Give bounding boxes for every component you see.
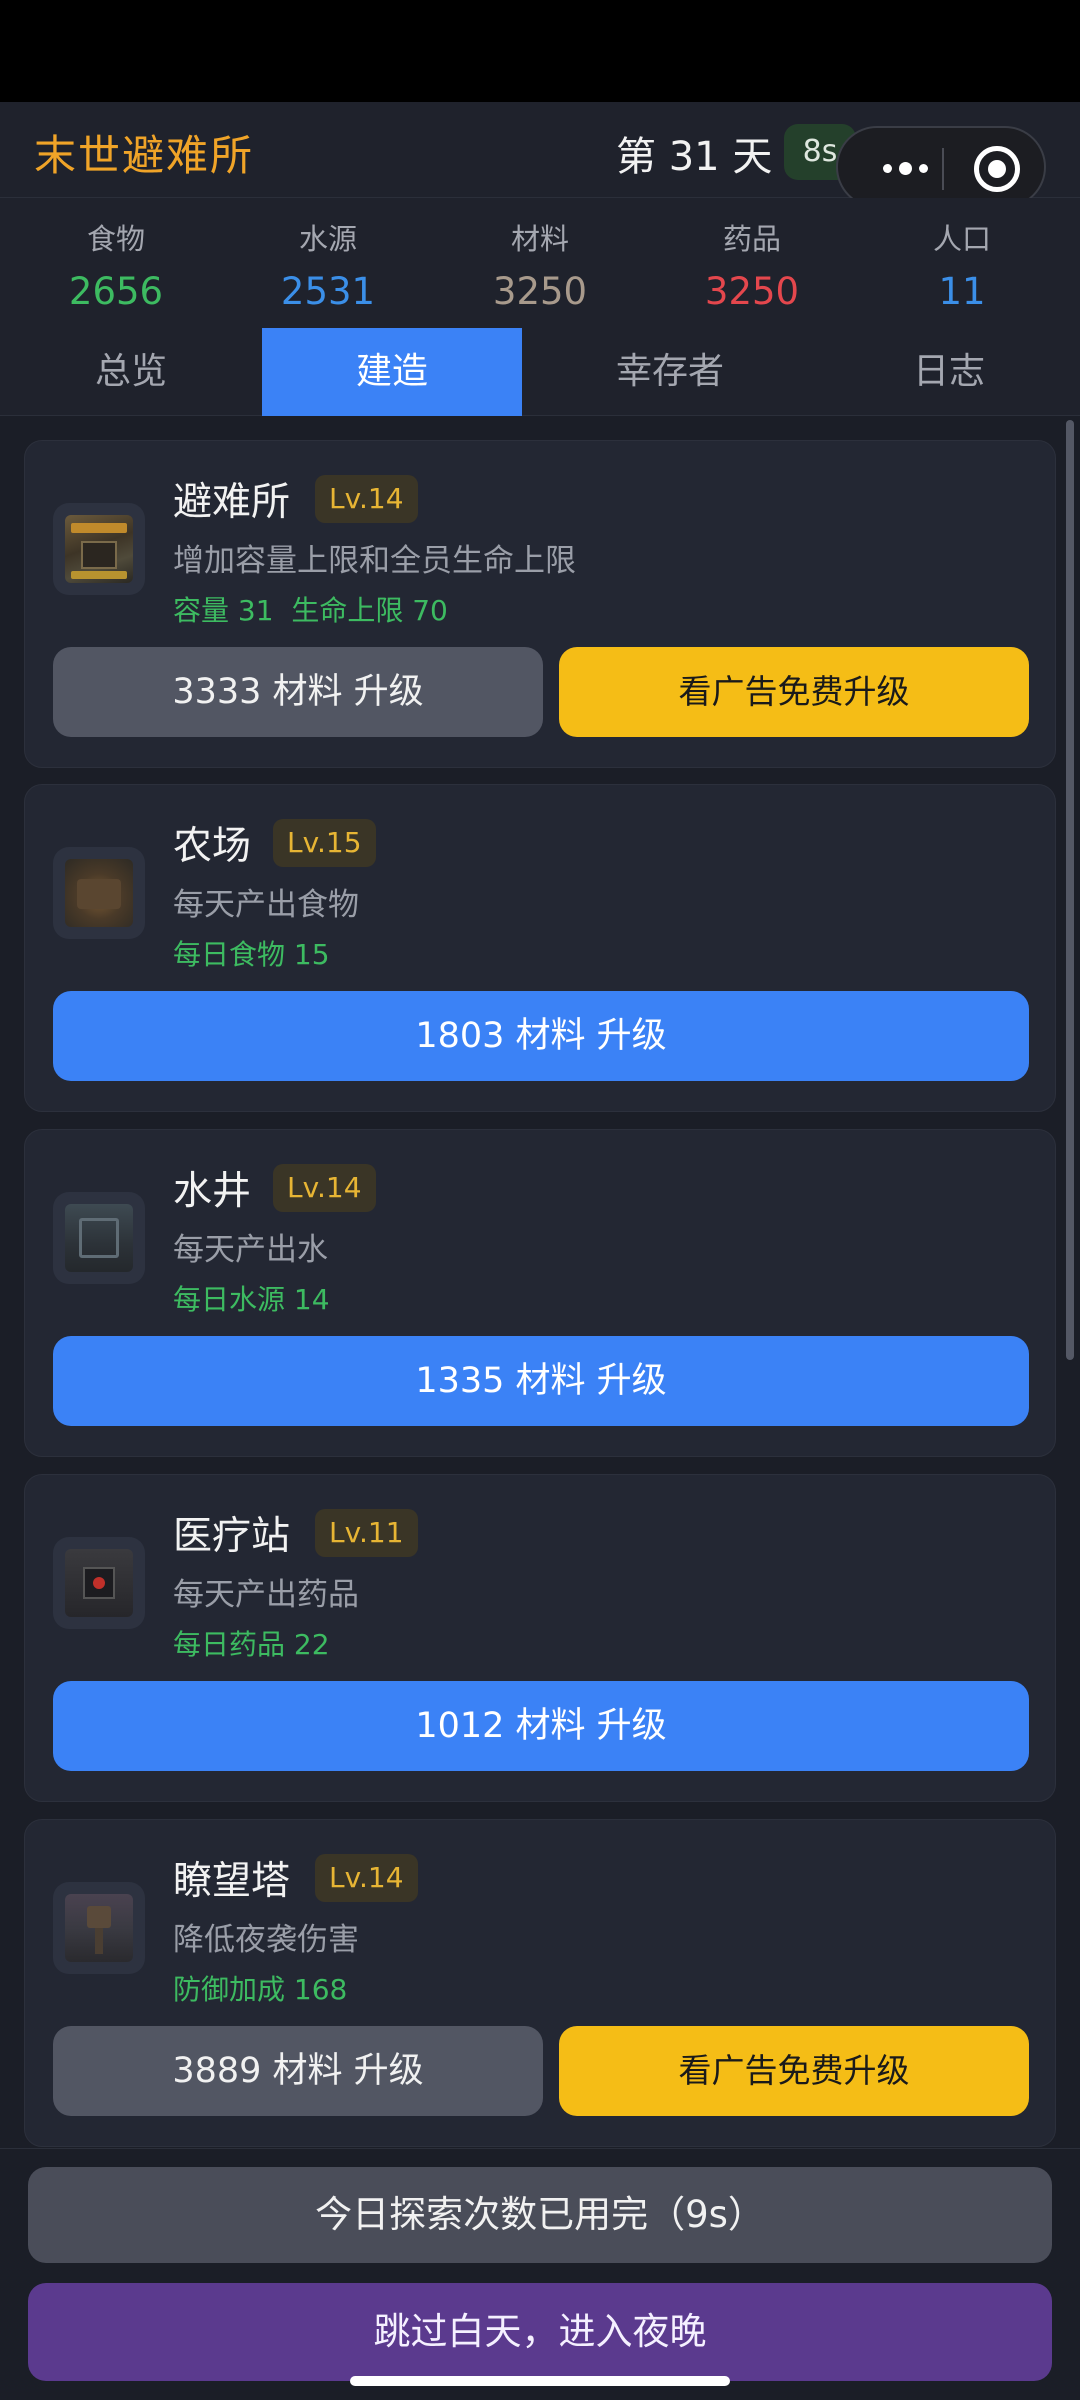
- building-name: 水井: [173, 1169, 252, 1214]
- tab-build[interactable]: 建造: [262, 328, 522, 416]
- scrollbar[interactable]: [1066, 420, 1074, 1360]
- building-list[interactable]: 避难所 Lv.14 增加容量上限和全员生命上限 容量 31 生命上限 70 33…: [0, 416, 1080, 2148]
- farm-image: [53, 847, 145, 939]
- building-name: 瞭望塔: [173, 1859, 291, 1904]
- stat-label: 药品: [722, 222, 781, 256]
- tab-survivors[interactable]: 幸存者: [522, 328, 818, 416]
- building-card-medical: 医疗站 Lv.11 每天产出药品 每日药品 22 1012 材料 升级: [24, 1474, 1056, 1802]
- building-name: 避难所: [173, 480, 291, 525]
- stat-label: 材料: [510, 222, 569, 256]
- skip-to-night-button[interactable]: 跳过白天，进入夜晚: [28, 2283, 1052, 2381]
- stat-value: 3250: [704, 270, 800, 313]
- stat-materials: 材料 3250: [450, 216, 630, 313]
- stat-food: 食物 2656: [26, 216, 206, 313]
- ad-upgrade-button[interactable]: 看广告免费升级: [559, 647, 1029, 737]
- explore-button[interactable]: 今日探索次数已用完（9s）: [28, 2167, 1052, 2263]
- building-card-farm: 农场 Lv.15 每天产出食物 每日食物 15 1803 材料 升级: [24, 784, 1056, 1112]
- stat-value: 2656: [68, 270, 164, 313]
- building-desc: 每天产出食物: [173, 887, 359, 923]
- building-name: 农场: [173, 824, 252, 869]
- level-badge: Lv.15: [273, 819, 376, 867]
- stat-population: 人口 11: [872, 216, 1052, 313]
- miniprogram-capsule: [836, 126, 1046, 208]
- level-badge: Lv.14: [273, 1164, 376, 1212]
- level-badge: Lv.11: [315, 1509, 418, 1557]
- app-title: 末世避难所: [34, 131, 255, 180]
- stat-value: 2531: [280, 270, 376, 313]
- building-effect: 每日药品 22: [173, 1628, 330, 1661]
- capsule-divider: [942, 148, 944, 190]
- shelter-image: [53, 503, 145, 595]
- building-effect: 容量 31 生命上限 70: [173, 594, 448, 627]
- bottom-action-bar: 今日探索次数已用完（9s） 跳过白天，进入夜晚: [0, 2148, 1080, 2400]
- building-card-well: 水井 Lv.14 每天产出水 每日水源 14 1335 材料 升级: [24, 1129, 1056, 1457]
- building-name: 医疗站: [173, 1514, 291, 1559]
- watchtower-image: [53, 1882, 145, 1974]
- well-image: [53, 1192, 145, 1284]
- building-effect: 每日水源 14: [173, 1283, 330, 1316]
- upgrade-button[interactable]: 1803 材料 升级: [53, 991, 1029, 1081]
- upgrade-button[interactable]: 3333 材料 升级: [53, 647, 543, 737]
- resource-stats: 食物 2656 水源 2531 材料 3250 药品 3250 人口 11: [0, 198, 1080, 328]
- building-effect: 每日食物 15: [173, 938, 330, 971]
- tab-overview[interactable]: 总览: [0, 328, 262, 416]
- target-icon[interactable]: [974, 146, 1020, 192]
- building-card-watchtower: 瞭望塔 Lv.14 降低夜袭伤害 防御加成 168 3889 材料 升级 看广告…: [24, 1819, 1056, 2147]
- stat-label: 水源: [298, 222, 357, 256]
- building-desc: 每天产出药品: [173, 1577, 359, 1613]
- more-dots-icon[interactable]: [864, 148, 946, 188]
- tab-bar: 总览 建造 幸存者 日志: [0, 328, 1080, 416]
- medical-image: [53, 1537, 145, 1629]
- building-desc: 每天产出水: [173, 1232, 328, 1268]
- home-indicator[interactable]: [350, 2376, 730, 2386]
- stat-value: 11: [938, 270, 986, 313]
- app-header: 末世避难所 第 31 天 8s: [0, 102, 1080, 208]
- day-counter: 第 31 天: [616, 134, 773, 180]
- stat-medicine: 药品 3250: [662, 216, 842, 313]
- building-effect: 防御加成 168: [173, 1973, 348, 2006]
- status-bar: [0, 0, 1080, 102]
- stat-water: 水源 2531: [238, 216, 418, 313]
- stat-label: 人口: [932, 222, 991, 256]
- tab-log[interactable]: 日志: [818, 328, 1080, 416]
- level-badge: Lv.14: [315, 475, 418, 523]
- ad-upgrade-button[interactable]: 看广告免费升级: [559, 2026, 1029, 2116]
- upgrade-button[interactable]: 1012 材料 升级: [53, 1681, 1029, 1771]
- stat-label: 食物: [86, 222, 145, 256]
- building-card-shelter: 避难所 Lv.14 增加容量上限和全员生命上限 容量 31 生命上限 70 33…: [24, 440, 1056, 768]
- stat-value: 3250: [492, 270, 588, 313]
- level-badge: Lv.14: [315, 1854, 418, 1902]
- upgrade-button[interactable]: 1335 材料 升级: [53, 1336, 1029, 1426]
- upgrade-button[interactable]: 3889 材料 升级: [53, 2026, 543, 2116]
- building-desc: 降低夜袭伤害: [173, 1922, 359, 1958]
- building-desc: 增加容量上限和全员生命上限: [173, 543, 576, 579]
